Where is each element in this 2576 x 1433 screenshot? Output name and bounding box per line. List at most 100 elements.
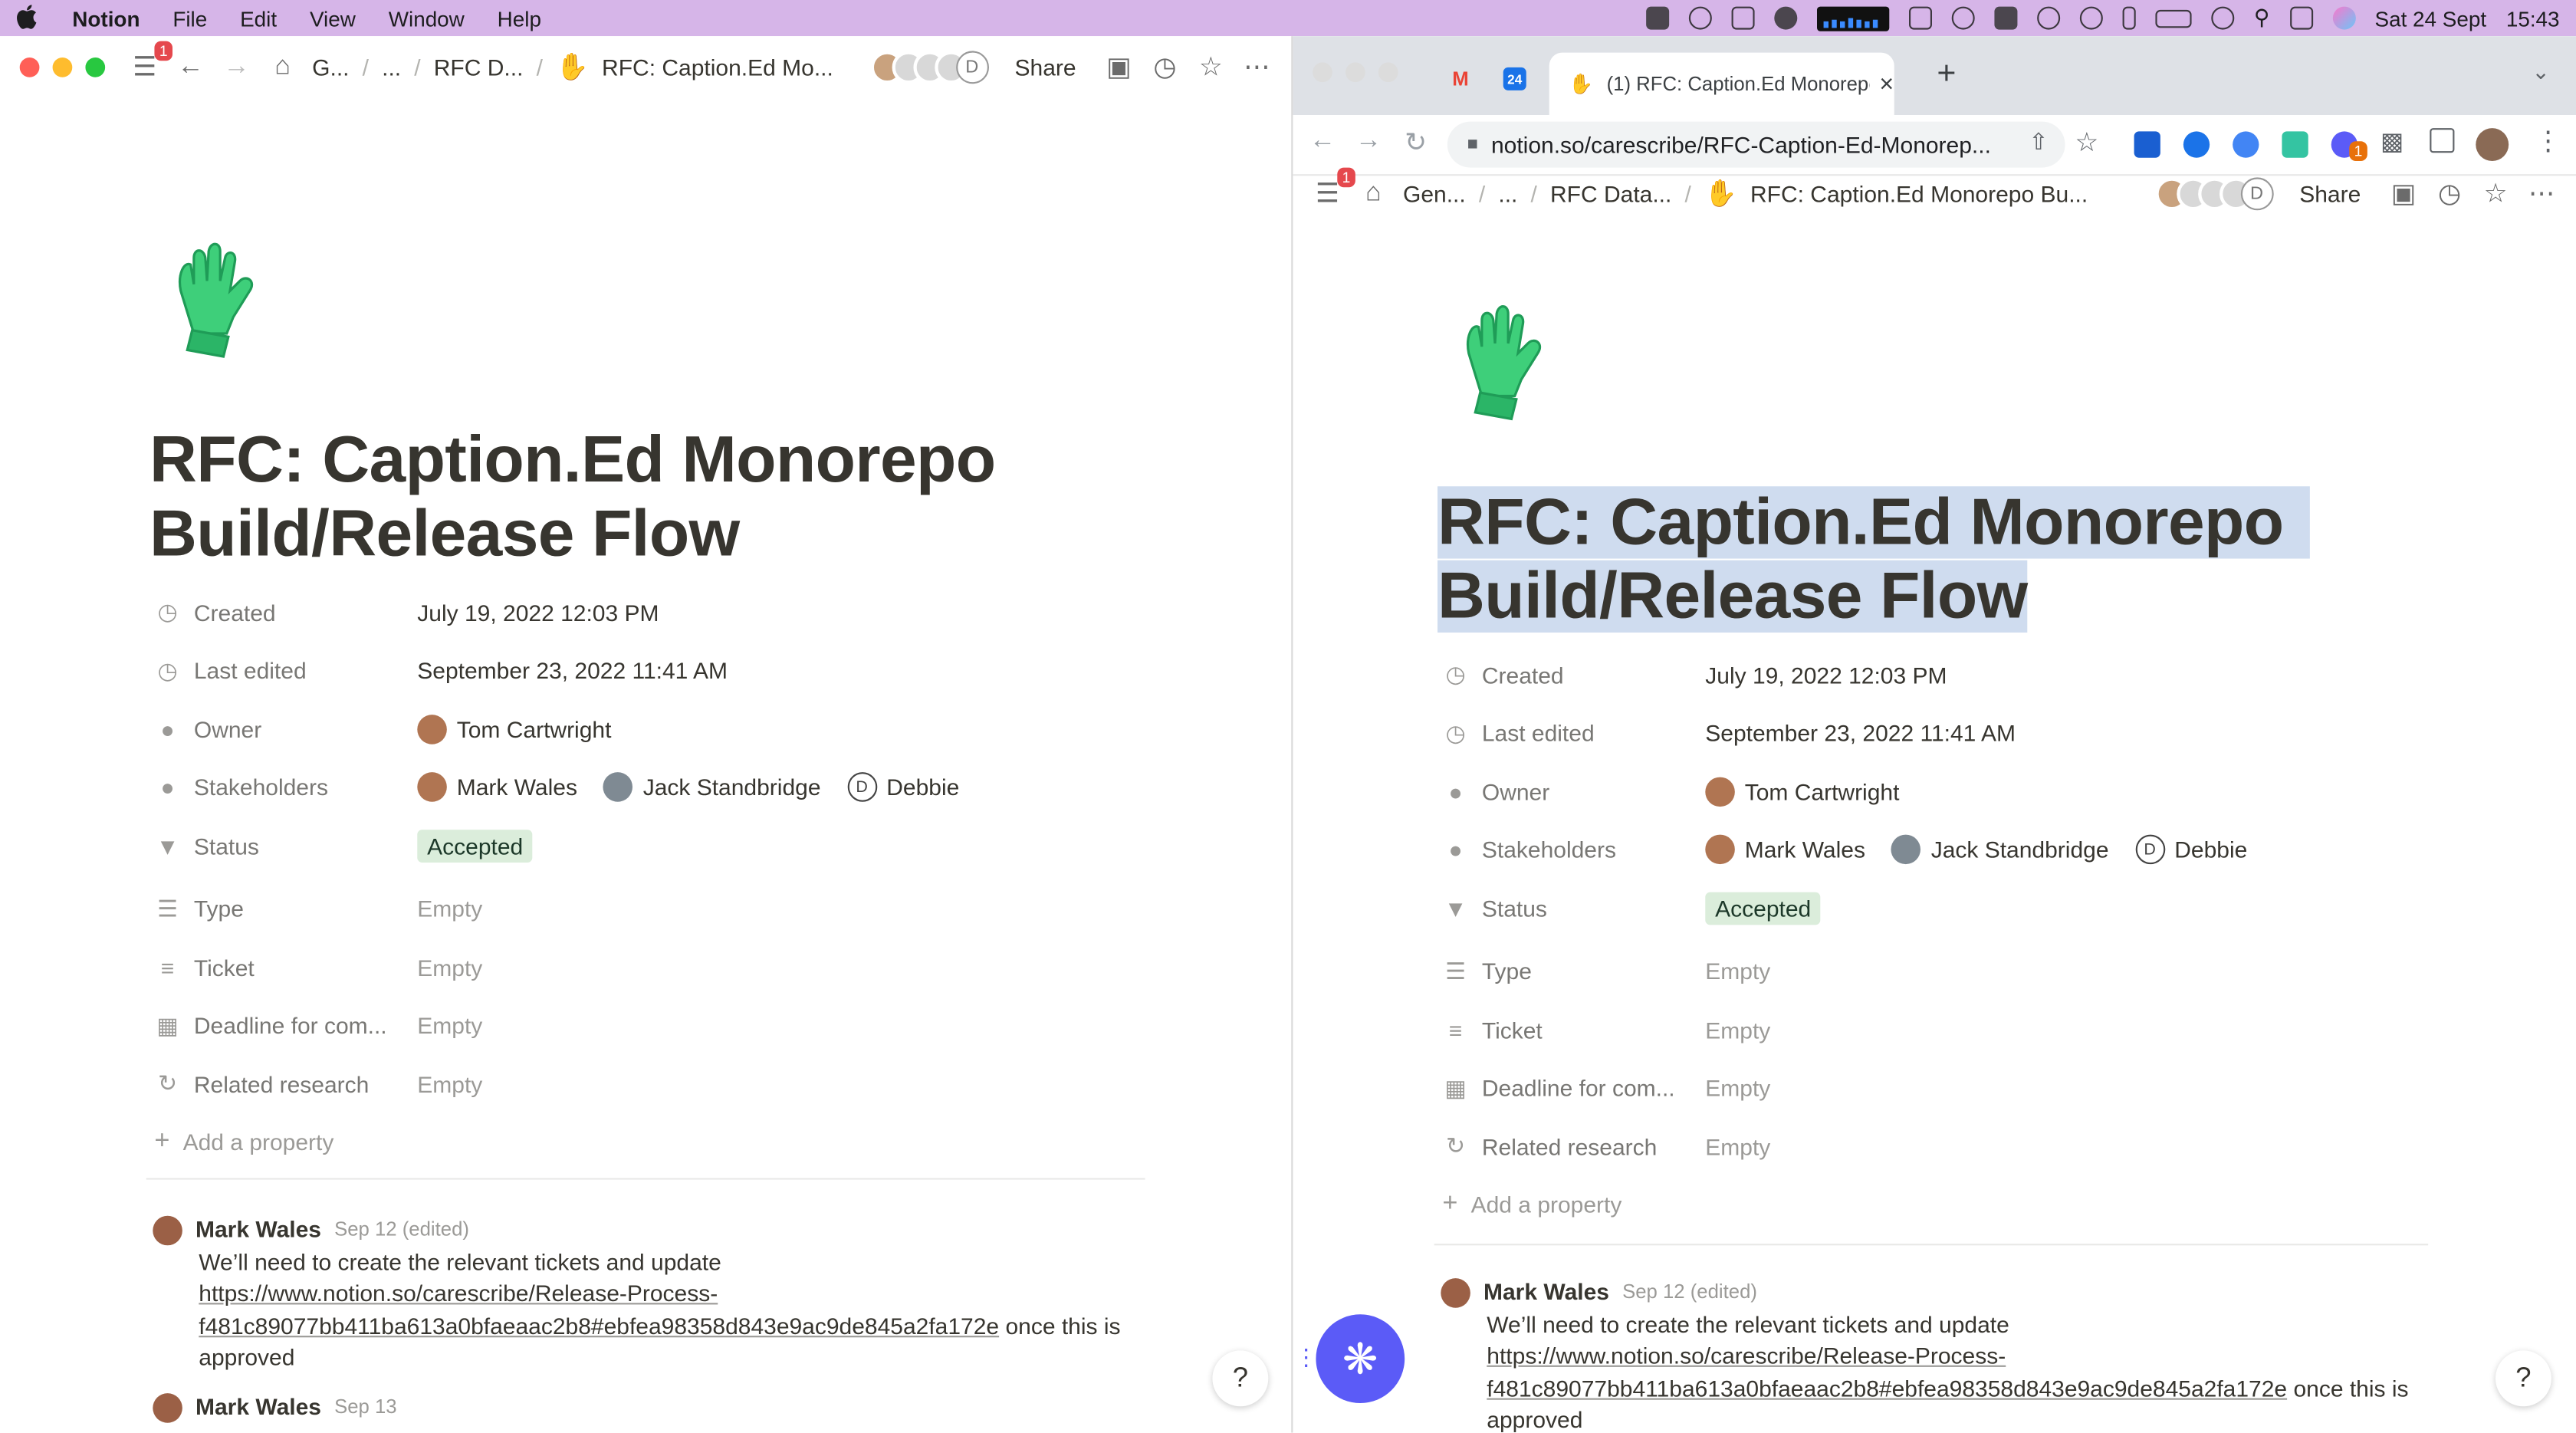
- property-ticket[interactable]: ≡ Ticket Empty: [1442, 1001, 2444, 1059]
- breadcrumb-page[interactable]: RFC: Caption.Ed Monorepo Bu...: [1750, 181, 2088, 207]
- comment-author[interactable]: Mark Wales: [196, 1214, 321, 1247]
- extension-icon[interactable]: [2282, 131, 2308, 158]
- alfred-icon[interactable]: [1774, 6, 1798, 30]
- history-clock-icon[interactable]: ◷: [2435, 179, 2465, 209]
- share-button[interactable]: Share: [2299, 181, 2361, 207]
- owner-name[interactable]: Tom Cartwright: [1745, 778, 1900, 804]
- property-status[interactable]: ▼ Status Accepted: [154, 817, 1156, 875]
- sidebar-toggle-icon[interactable]: ☰ 1: [130, 41, 172, 82]
- collaborator-avatars[interactable]: D: [2154, 177, 2273, 211]
- page-title[interactable]: RFC: Caption.Ed Monorepo Build/Release F…: [150, 424, 1201, 572]
- grammarly-icon[interactable]: [2037, 6, 2061, 30]
- menubar-time[interactable]: 15:43: [2506, 6, 2560, 31]
- search-icon[interactable]: ⚲: [2254, 5, 2269, 31]
- property-owner[interactable]: ● Owner Tom Cartwright: [154, 700, 1156, 758]
- forward-arrow-icon[interactable]: →: [222, 53, 251, 83]
- apple-menu-icon[interactable]: [0, 2, 56, 34]
- weather-icon[interactable]: [1731, 6, 1755, 30]
- window-manager-icon[interactable]: [1994, 6, 2018, 30]
- breadcrumb-workspace[interactable]: G...: [312, 54, 349, 81]
- property-stakeholders[interactable]: ● Stakeholders Mark Wales Jack Standbridg…: [154, 758, 1156, 817]
- chrome-menu-icon[interactable]: ⋮: [2535, 125, 2561, 158]
- breadcrumb-ellipsis[interactable]: ...: [382, 54, 401, 81]
- new-tab-icon[interactable]: +: [1937, 56, 1956, 94]
- menu-help[interactable]: Help: [481, 6, 557, 31]
- forward-arrow-icon[interactable]: →: [1355, 127, 1382, 156]
- side-panel-icon[interactable]: [2430, 128, 2455, 153]
- menu-window[interactable]: Window: [372, 6, 481, 31]
- screenshot-icon[interactable]: [1908, 6, 1932, 30]
- share-page-icon[interactable]: ⇧: [2029, 128, 2048, 156]
- extension-icon[interactable]: [2134, 131, 2160, 158]
- owner-name[interactable]: Tom Cartwright: [457, 716, 612, 742]
- help-button[interactable]: ?: [1212, 1350, 1269, 1407]
- back-arrow-icon[interactable]: ←: [176, 53, 205, 83]
- property-type[interactable]: ☰ Type Empty: [154, 880, 1156, 938]
- clock-icon[interactable]: [2079, 6, 2103, 30]
- assistant-fab-button[interactable]: ❋: [1316, 1314, 1405, 1403]
- add-property-button[interactable]: + Add a property: [154, 1113, 1156, 1171]
- gmail-icon[interactable]: M: [1444, 62, 1477, 95]
- favorite-star-icon[interactable]: ☆: [2481, 179, 2511, 209]
- breadcrumb-page[interactable]: RFC: Caption.Ed Mo...: [602, 54, 833, 81]
- comment-author[interactable]: Mark Wales: [1484, 1277, 1609, 1309]
- comment-author[interactable]: Mark Wales: [196, 1392, 321, 1424]
- active-tab[interactable]: ✋ (1) RFC: Caption.Ed Monorepo ×: [1549, 52, 1894, 115]
- bookmark-star-icon[interactable]: ☆: [2075, 127, 2098, 159]
- property-related-research[interactable]: ↻ Related research Empty: [1442, 1117, 2444, 1175]
- profile-avatar[interactable]: [2476, 128, 2509, 161]
- page-title[interactable]: RFC: Caption.Ed Monorepo Build/Release F…: [1438, 486, 2489, 634]
- extension-icon[interactable]: [2183, 131, 2210, 158]
- fullscreen-window-button[interactable]: [1378, 62, 1398, 83]
- close-tab-icon[interactable]: ×: [1879, 70, 1894, 97]
- puzzle-extensions-icon[interactable]: ▩: [2380, 127, 2404, 156]
- back-arrow-icon[interactable]: ←: [1309, 127, 1336, 156]
- add-property-button[interactable]: + Add a property: [1442, 1175, 2444, 1233]
- comment-icon[interactable]: ▣: [2389, 179, 2419, 209]
- breadcrumb-database[interactable]: RFC Data...: [1550, 181, 1671, 207]
- minimize-window-button[interactable]: [52, 58, 73, 77]
- property-created[interactable]: ◷ Created July 19, 2022 12:03 PM: [1442, 646, 2444, 704]
- comment-link[interactable]: https://www.notion.so/carescribe/Release…: [199, 1280, 718, 1306]
- favorite-star-icon[interactable]: ☆: [1196, 53, 1226, 82]
- property-owner[interactable]: ● Owner Tom Cartwright: [1442, 762, 2444, 820]
- history-clock-icon[interactable]: ◷: [1150, 53, 1180, 82]
- collaborator-avatars[interactable]: D: [869, 51, 989, 84]
- property-stakeholders[interactable]: ● Stakeholders Mark Wales Jack Standbridg…: [1442, 820, 2444, 879]
- page-icon[interactable]: [1452, 304, 1554, 433]
- help-button[interactable]: ?: [2496, 1350, 2551, 1407]
- menu-edit[interactable]: Edit: [224, 6, 294, 31]
- property-type[interactable]: ☰ Type Empty: [1442, 942, 2444, 1001]
- fullscreen-window-button[interactable]: [85, 58, 106, 77]
- stakeholder-name[interactable]: Debbie: [886, 774, 959, 800]
- property-ticket[interactable]: ≡ Ticket Empty: [154, 938, 1156, 997]
- scissors-icon[interactable]: [1951, 6, 1975, 30]
- control-center-icon[interactable]: [2289, 6, 2313, 30]
- breadcrumb-workspace[interactable]: Gen...: [1403, 181, 1466, 207]
- stakeholder-name[interactable]: Debbie: [2174, 836, 2247, 863]
- stakeholder-name[interactable]: Mark Wales: [457, 774, 577, 800]
- property-related-research[interactable]: ↻ Related research Empty: [154, 1055, 1156, 1113]
- extension-icon[interactable]: 1: [2331, 131, 2367, 161]
- more-options-icon[interactable]: ⋯: [1242, 53, 1272, 82]
- comment-icon[interactable]: ▣: [1104, 53, 1134, 82]
- property-status[interactable]: ▼ Status Accepted: [1442, 879, 2444, 937]
- breadcrumb-ellipsis[interactable]: ...: [1498, 181, 1517, 207]
- comment-link[interactable]: f481c89077bb411ba613a0bfaeaac2b8#ebfea98…: [1487, 1374, 2287, 1401]
- menubar-date[interactable]: Sat 24 Sept: [2375, 6, 2487, 31]
- close-window-button[interactable]: [1313, 62, 1332, 83]
- status-badge[interactable]: Accepted: [417, 829, 534, 863]
- reload-icon[interactable]: ↻: [1405, 127, 1427, 159]
- tab-search-chevron-icon[interactable]: ⌄: [2532, 59, 2549, 85]
- battery-icon[interactable]: [2155, 8, 2192, 28]
- siri-icon[interactable]: [2331, 6, 2355, 30]
- property-last-edited[interactable]: ◷ Last edited September 23, 2022 11:41 AM: [1442, 704, 2444, 762]
- sidebar-toggle-icon[interactable]: ☰ 1: [1313, 167, 1355, 209]
- property-deadline[interactable]: ▦ Deadline for com... Empty: [154, 997, 1156, 1055]
- menu-file[interactable]: File: [156, 6, 224, 31]
- comment[interactable]: Mark Wales Sep 12 (edited) We’ll need to …: [153, 1214, 1171, 1375]
- comment-link[interactable]: https://www.notion.so/carescribe/Release…: [1487, 1343, 2006, 1369]
- more-options-icon[interactable]: ⋯: [2527, 179, 2557, 209]
- menu-view[interactable]: View: [294, 6, 373, 31]
- bluetooth-icon[interactable]: [2122, 6, 2136, 30]
